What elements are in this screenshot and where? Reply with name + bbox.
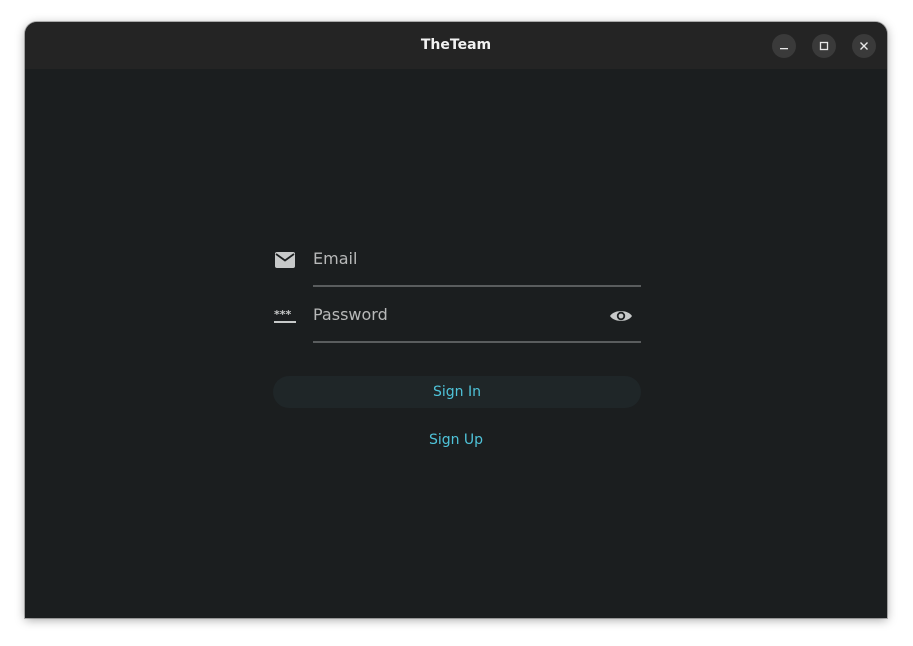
close-button[interactable] bbox=[852, 34, 876, 58]
password-input[interactable] bbox=[313, 288, 641, 343]
sign-in-button[interactable]: Sign In bbox=[273, 376, 641, 408]
password-field-group: *** bbox=[273, 288, 641, 344]
maximize-icon bbox=[819, 41, 829, 51]
email-field-group bbox=[273, 232, 641, 288]
eye-icon[interactable] bbox=[609, 304, 633, 328]
svg-text:***: *** bbox=[274, 308, 292, 321]
minimize-icon bbox=[780, 48, 788, 50]
titlebar[interactable]: TheTeam bbox=[25, 22, 887, 69]
close-icon bbox=[860, 42, 868, 50]
app-window: TheTeam *** bbox=[25, 22, 887, 618]
email-input[interactable] bbox=[313, 232, 641, 287]
sign-up-link[interactable]: Sign Up bbox=[406, 426, 506, 454]
maximize-button[interactable] bbox=[812, 34, 836, 58]
password-icon: *** bbox=[273, 305, 297, 327]
window-title: TheTeam bbox=[420, 37, 492, 53]
mail-icon bbox=[273, 249, 297, 271]
minimize-button[interactable] bbox=[772, 34, 796, 58]
